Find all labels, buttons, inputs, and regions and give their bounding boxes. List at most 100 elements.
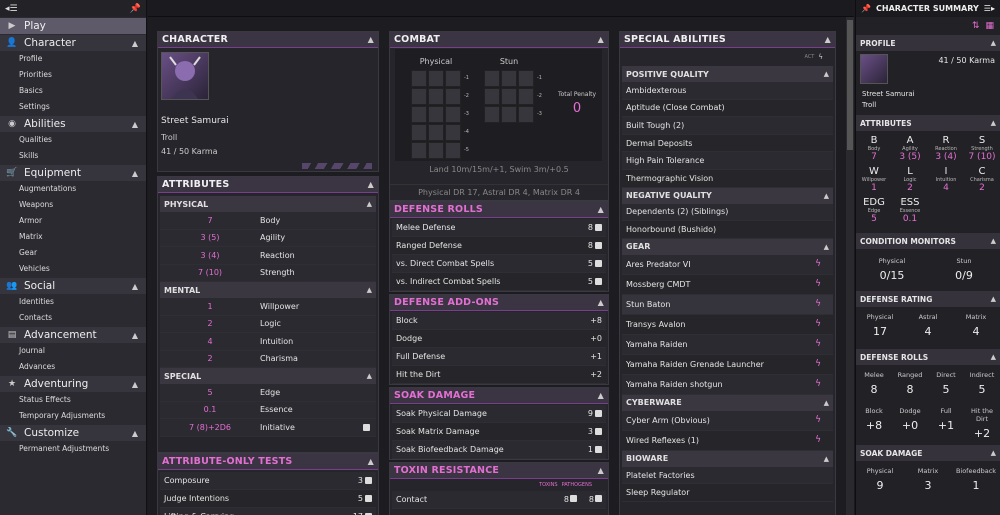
chevron-up-icon[interactable]: ▲ [991,295,996,303]
attribute-row[interactable]: 7 Body [160,212,376,230]
chevron-up-icon[interactable]: ▲ [824,192,829,200]
nav-item-basics[interactable]: Basics [0,83,146,99]
attribute-row[interactable]: 2 Charisma [160,350,376,368]
damage-box[interactable] [484,87,500,105]
dice-icon[interactable] [363,423,370,431]
chevron-up-icon[interactable]: ▲ [367,286,372,294]
attribute-group-header[interactable]: MENTAL ▲ [160,282,376,298]
chevron-up-icon[interactable]: ▲ [991,237,996,245]
roll-row[interactable]: vs. Indirect Combat Spells 5 [392,273,606,291]
damage-box[interactable] [501,87,517,105]
nav-item-matrix[interactable]: Matrix [0,229,146,245]
chevron-up-icon[interactable]: ▲ [991,119,996,127]
attribute-row[interactable]: 1 Willpower [160,298,376,316]
damage-box[interactable] [484,105,500,123]
roll-row[interactable]: Hit the Dirt +2 [392,366,606,384]
pin-icon[interactable]: 📌 [861,4,871,13]
nav-item-settings[interactable]: Settings [0,99,146,115]
chevron-up-icon[interactable]: ▲ [991,39,996,47]
nav-section-adventuring[interactable]: ★ Adventuring ▲ [0,376,146,392]
chevron-up-icon[interactable]: ▲ [132,429,138,438]
nav-item-gear[interactable]: Gear [0,245,146,261]
attribute-group-header[interactable]: SPECIAL ▲ [160,368,376,384]
dice-icon[interactable] [595,224,602,231]
chevron-up-icon[interactable]: ▲ [824,399,829,407]
damage-box[interactable] [501,105,517,123]
ability-row[interactable]: Aptitude (Close Combat) [622,99,833,118]
damage-box[interactable] [411,141,427,159]
nav-item-augmentations[interactable]: Augmentations [0,181,146,197]
chevron-up-icon[interactable]: ▲ [132,169,138,178]
nav-item-status-effects[interactable]: Status Effects [0,392,146,408]
dice-icon[interactable] [569,495,577,502]
roll-row[interactable]: Lifting & Carrying17 [160,508,376,515]
ability-group-header[interactable]: GEAR ▲ [622,238,833,255]
damage-box[interactable] [445,105,461,123]
damage-box[interactable] [518,87,534,105]
nav-section-social[interactable]: 👥 Social ▲ [0,278,146,294]
chevron-up-icon[interactable]: ▲ [132,120,138,129]
damage-box[interactable] [445,123,461,141]
attribute-row[interactable]: 0.1 Essence [160,401,376,419]
ability-row[interactable]: Platelet Factories [622,466,833,485]
nav-item-contacts[interactable]: Contacts [0,310,146,326]
activate-bolt-icon[interactable]: ϟ [815,435,821,445]
activate-bolt-icon[interactable]: ϟ [815,279,821,289]
chevron-up-icon[interactable]: ▲ [367,200,372,208]
chevron-up-icon[interactable]: ▲ [824,455,829,463]
damage-box[interactable] [428,69,444,87]
activate-bolt-icon[interactable]: ϟ [815,299,821,309]
chevron-up-icon[interactable]: ▲ [132,39,138,48]
nav-section-advancement[interactable]: ▤ Advancement ▲ [0,327,146,343]
damage-box[interactable] [445,87,461,105]
ability-group-header[interactable]: CYBERWARE ▲ [622,394,833,411]
chevron-up-icon[interactable]: ▲ [368,457,374,466]
roll-row[interactable]: Soak Matrix Damage 3 [392,423,606,441]
attribute-row[interactable]: 3 (5) Agility [160,229,376,247]
roll-row[interactable]: Soak Physical Damage 9 [392,405,606,423]
ability-row[interactable]: Thermographic Vision [622,169,833,188]
nav-item-permanent-adjustments[interactable]: Permanent Adjustments [0,441,146,457]
activate-bolt-icon[interactable]: ϟ [815,415,821,425]
ability-row[interactable]: Transys Avalon ϟ [622,314,833,335]
activate-bolt-icon[interactable]: ϟ [815,319,821,329]
dice-icon[interactable] [595,242,602,249]
chevron-up-icon[interactable]: ▲ [598,35,604,44]
ability-row[interactable]: Yamaha Raiden Grenade Launcher ϟ [622,354,833,375]
chevron-up-icon[interactable]: ▲ [132,282,138,291]
attribute-group-header[interactable]: PHYSICAL ▲ [160,196,376,212]
damage-box[interactable] [518,105,534,123]
damage-box[interactable] [411,69,427,87]
ability-row[interactable]: Stun Baton ϟ [622,294,833,315]
main-scrollbar[interactable] [846,17,854,515]
ability-row[interactable]: Cyber Arm (Obvious) ϟ [622,410,833,431]
ability-row[interactable]: Yamaha Raiden ϟ [622,334,833,355]
chevron-up-icon[interactable]: ▲ [598,466,604,475]
damage-box[interactable] [518,69,534,87]
chevron-up-icon[interactable]: ▲ [824,243,829,251]
collapse-summary-icon[interactable]: ☰▸ [984,4,995,13]
ability-row[interactable]: High Pain Tolerance [622,152,833,170]
chevron-up-icon[interactable]: ▲ [824,70,829,78]
nav-item-journal[interactable]: Journal [0,343,146,359]
collapse-nav-icon[interactable]: ◂☰ [5,4,18,14]
activate-bolt-icon[interactable]: ϟ [815,259,821,269]
nav-item-skills[interactable]: Skills [0,148,146,164]
ability-row[interactable]: Mossberg CMDT ϟ [622,274,833,295]
roll-row[interactable]: Composure 3 [160,472,376,490]
nav-item-priorities[interactable]: Priorities [0,67,146,83]
attribute-row[interactable]: 7 (8)+2D6 Initiative [160,419,376,437]
dice-icon[interactable] [595,260,602,267]
chevron-up-icon[interactable]: ▲ [598,205,604,214]
roll-row[interactable]: Ranged Defense 8 [392,237,606,255]
damage-box[interactable] [445,141,461,159]
damage-box[interactable] [428,105,444,123]
damage-box[interactable] [411,87,427,105]
ability-row[interactable]: Dependents (2) (Siblings) [622,203,833,222]
activate-bolt-icon[interactable]: ϟ [815,379,821,389]
attribute-row[interactable]: 3 (4) Reaction [160,247,376,265]
dice-icon[interactable] [595,410,602,417]
nav-item-identities[interactable]: Identities [0,294,146,310]
nav-item-advances[interactable]: Advances [0,359,146,375]
roll-row[interactable]: Melee Defense 8 [392,219,606,237]
